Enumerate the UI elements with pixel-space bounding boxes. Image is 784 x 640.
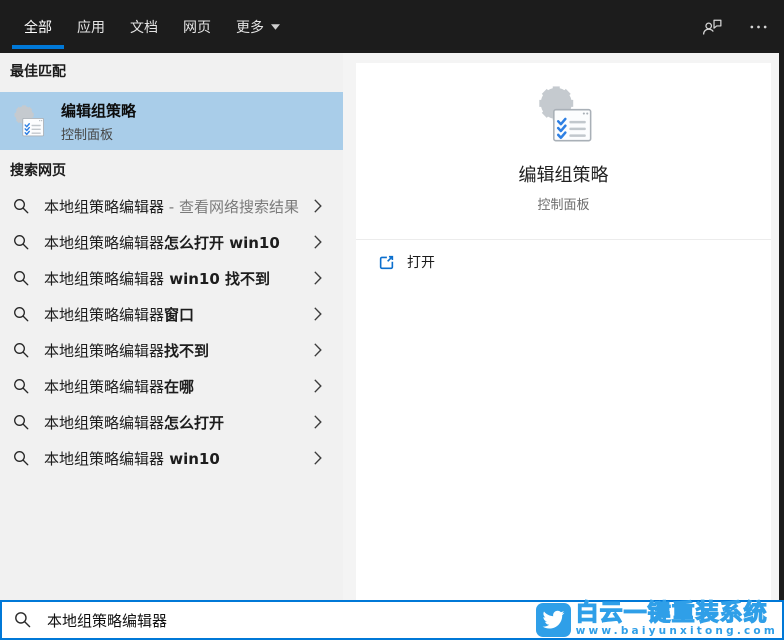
suggestion-suffix: 在哪: [164, 377, 195, 396]
tab-web-label: 网页: [183, 19, 211, 36]
search-icon: [13, 306, 30, 323]
suggestion-text: 本地组策略编辑器找不到: [44, 340, 314, 361]
suggestion-query: 本地组策略编辑器: [44, 377, 165, 396]
preview-subtitle: 控制面板: [537, 198, 590, 213]
search-icon: [13, 234, 30, 251]
suggestion-text: 本地组策略编辑器怎么打开 win10: [44, 232, 314, 253]
suggestion-text: 本地组策略编辑器 - 查看网络搜索结果: [44, 196, 314, 217]
bird-icon: [541, 608, 565, 632]
tab-more-label: 更多: [236, 19, 264, 36]
account-feedback-button[interactable]: [702, 17, 723, 36]
preview-pane: 编辑组策略 控制面板 打开: [343, 53, 784, 600]
best-match-text: 编辑组策略 控制面板: [61, 100, 136, 143]
web-search-header: 搜索网页: [10, 163, 66, 179]
suggestion-query: 本地组策略编辑器: [44, 341, 165, 360]
search-icon: [13, 378, 30, 395]
search-icon: [13, 342, 30, 359]
suggestion-suffix: 怎么打开: [164, 413, 225, 432]
group-policy-icon: [533, 84, 595, 146]
search-icon: [13, 450, 30, 467]
results-pane: 最佳匹配 编辑组策略 控制面板 搜索网页 本地组策略编辑器 - 查看网络搜索结果…: [0, 53, 343, 600]
windows-search-flyout: 全部 应用 文档 网页 更多 编辑组策略 控制面板 打开 最佳匹配 编辑组策略 …: [0, 0, 784, 640]
web-suggestion-row[interactable]: 本地组策略编辑器怎么打开 win10: [0, 224, 343, 260]
chevron-right-icon: [314, 307, 322, 321]
group-policy-icon: [11, 104, 46, 139]
tab-web[interactable]: 网页: [183, 0, 211, 53]
suggestion-text: 本地组策略编辑器 win10 找不到: [44, 268, 314, 289]
chevron-right-icon: [314, 271, 322, 285]
preview-title: 编辑组策略: [518, 165, 609, 186]
suggestion-query: 本地组策略编辑器: [44, 269, 165, 288]
preview-card: 编辑组策略 控制面板 打开: [356, 63, 771, 600]
suggestion-suffix: 找不到: [164, 341, 210, 360]
web-suggestion-row[interactable]: 本地组策略编辑器窗口: [0, 296, 343, 332]
suggestion-text: 本地组策略编辑器在哪: [44, 376, 314, 397]
tab-documents[interactable]: 文档: [130, 0, 158, 53]
best-match-header: 最佳匹配: [10, 64, 66, 80]
suggestion-text: 本地组策略编辑器怎么打开: [44, 412, 314, 433]
tab-all[interactable]: 全部: [12, 0, 64, 53]
tab-more[interactable]: 更多: [236, 0, 280, 53]
divider: [356, 239, 771, 240]
caret-down-icon: [271, 24, 280, 30]
tab-apps-label: 应用: [77, 19, 105, 36]
tab-documents-label: 文档: [130, 19, 158, 36]
best-match-result[interactable]: 编辑组策略 控制面板: [0, 92, 343, 150]
search-icon: [14, 611, 32, 629]
watermark: 白云一键重装系统 www.baiyunxitong.com: [533, 600, 782, 638]
best-match-title: 编辑组策略: [61, 101, 137, 120]
web-suggestion-row[interactable]: 本地组策略编辑器找不到: [0, 332, 343, 368]
open-action[interactable]: 打开: [378, 252, 435, 272]
web-suggestion-row[interactable]: 本地组策略编辑器 - 查看网络搜索结果: [0, 188, 343, 224]
search-filter-bar: 全部 应用 文档 网页 更多: [0, 0, 784, 53]
web-suggestion-row[interactable]: 本地组策略编辑器怎么打开: [0, 404, 343, 440]
watermark-title: 白云一键重装系统: [575, 600, 768, 626]
open-in-window-icon: [378, 254, 395, 271]
filter-tabs: 全部 应用 文档 网页 更多: [12, 0, 784, 53]
web-suggestion-row[interactable]: 本地组策略编辑器 win10 找不到: [0, 260, 343, 296]
suggestion-query: 本地组策略编辑器: [44, 305, 165, 324]
watermark-text: 白云一键重装系统 www.baiyunxitong.com: [575, 600, 778, 637]
web-suggestion-row[interactable]: 本地组策略编辑器 win10: [0, 440, 343, 476]
suggestion-suffix: - 查看网络搜索结果: [164, 197, 299, 216]
options-button[interactable]: [749, 24, 768, 30]
suggestion-suffix: win10 找不到: [164, 269, 271, 288]
window-right-border: [779, 53, 784, 600]
suggestion-query: 本地组策略编辑器: [44, 233, 165, 252]
watermark-url: www.baiyunxitong.com: [575, 625, 778, 637]
tab-apps[interactable]: 应用: [77, 0, 105, 53]
best-match-subtitle: 控制面板: [61, 127, 114, 143]
web-suggestion-row[interactable]: 本地组策略编辑器在哪: [0, 368, 343, 404]
ellipsis-icon: [749, 24, 768, 30]
watermark-logo: [535, 603, 571, 637]
suggestion-suffix: win10: [164, 449, 220, 468]
web-suggestions: 本地组策略编辑器 - 查看网络搜索结果 本地组策略编辑器怎么打开 win10 本…: [0, 188, 343, 476]
suggestion-suffix: 怎么打开 win10: [164, 233, 280, 252]
search-icon: [13, 198, 30, 215]
chevron-right-icon: [314, 199, 322, 213]
chevron-right-icon: [314, 415, 322, 429]
person-chat-icon: [702, 17, 723, 36]
suggestion-query: 本地组策略编辑器: [44, 413, 165, 432]
search-icon: [13, 270, 30, 287]
chevron-right-icon: [314, 235, 322, 249]
chevron-right-icon: [314, 343, 322, 357]
suggestion-text: 本地组策略编辑器窗口: [44, 304, 314, 325]
chevron-right-icon: [314, 379, 322, 393]
tab-all-label: 全部: [24, 19, 52, 36]
suggestion-query: 本地组策略编辑器: [44, 197, 165, 216]
open-action-label: 打开: [407, 255, 435, 271]
search-icon: [13, 414, 30, 431]
topbar-actions: [702, 0, 768, 53]
chevron-right-icon: [314, 451, 322, 465]
suggestion-query: 本地组策略编辑器: [44, 449, 165, 468]
suggestion-text: 本地组策略编辑器 win10: [44, 448, 314, 469]
suggestion-suffix: 窗口: [164, 305, 195, 324]
